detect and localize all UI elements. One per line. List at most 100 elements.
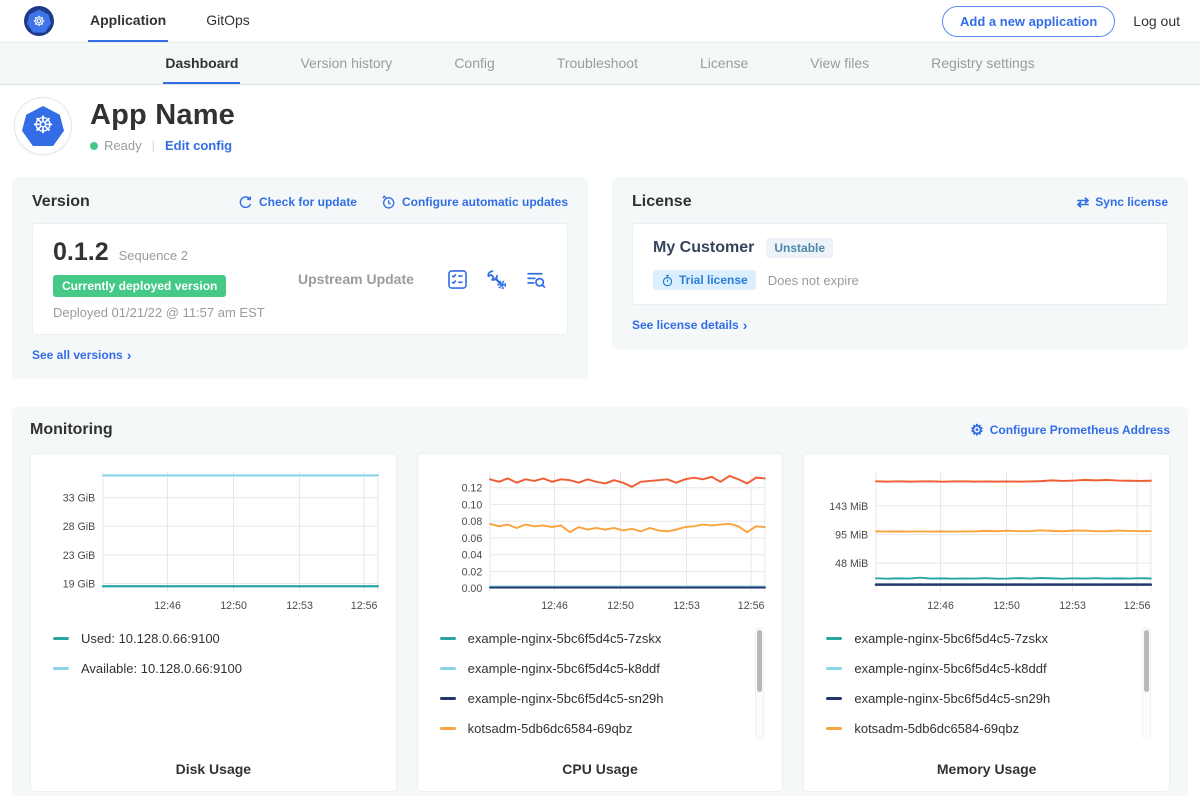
app-header: ☸ App Name Ready | Edit config (0, 85, 1200, 169)
license-panel: My Customer Unstable Trial license Does … (632, 223, 1168, 305)
license-card: License ⇄ Sync license My Customer Unsta… (612, 177, 1188, 349)
preflight-checklist-icon[interactable] (446, 268, 469, 291)
svg-text:12:56: 12:56 (737, 600, 764, 612)
legend-item[interactable]: example-nginx-5bc6f5d4c5-k8ddf (440, 661, 769, 676)
legend-scrollbar[interactable] (755, 627, 764, 739)
svg-text:33 GiB: 33 GiB (63, 492, 95, 504)
tab-troubleshoot[interactable]: Troubleshoot (555, 43, 640, 84)
tab-registry-settings[interactable]: Registry settings (929, 43, 1036, 84)
version-sequence: Sequence 2 (119, 248, 188, 263)
nav-item-gitops[interactable]: GitOps (204, 0, 252, 42)
legend-item[interactable]: example-nginx-5bc6f5d4c5-sn29h (826, 691, 1155, 706)
legend-scrollbar[interactable] (1142, 627, 1151, 739)
refresh-icon (238, 195, 253, 210)
kubernetes-logo-icon: ☸ (24, 6, 54, 36)
legend-item[interactable]: example-nginx-5bc6f5d4c5-sn29h (440, 691, 769, 706)
version-card-title: Version (32, 193, 90, 211)
version-card: Version Check for update Configure autom… (12, 177, 588, 379)
deployed-timestamp: Deployed 01/21/22 @ 11:57 am EST (53, 305, 288, 320)
monitoring-section: Monitoring ⚙ Configure Prometheus Addres… (12, 407, 1188, 796)
logout-button[interactable]: Log out (1133, 13, 1180, 29)
configure-prometheus-link[interactable]: ⚙ Configure Prometheus Address (970, 423, 1170, 438)
legend-swatch-icon (826, 667, 842, 670)
svg-text:12:50: 12:50 (607, 600, 634, 612)
svg-text:19 GiB: 19 GiB (63, 578, 95, 590)
legend-swatch-icon (440, 637, 456, 640)
chevron-right-icon: › (127, 347, 132, 363)
svg-text:0.04: 0.04 (461, 550, 482, 562)
legend-item[interactable]: kotsadm-5db6dc6584-69qbz (826, 721, 1155, 736)
svg-text:0.08: 0.08 (461, 516, 482, 528)
cpu-usage-plot: 0.000.020.040.060.080.100.1212:4612:5012… (430, 464, 771, 617)
chart-title: Memory Usage (816, 761, 1157, 777)
sync-license-link[interactable]: ⇄ Sync license (1077, 195, 1168, 210)
memory-usage-plot: 48 MiB 95 MiB 143 MiB 12:46 12:50 12:53 12:56 (816, 464, 1157, 617)
monitoring-title: Monitoring (30, 421, 113, 439)
legend-swatch-icon (826, 697, 842, 700)
svg-text:0.02: 0.02 (461, 566, 482, 578)
legend-label: example-nginx-5bc6f5d4c5-k8ddf (468, 661, 660, 676)
legend-label: example-nginx-5bc6f5d4c5-sn29h (468, 691, 664, 706)
svg-text:48 MiB: 48 MiB (836, 558, 869, 570)
chart-title: Disk Usage (43, 761, 384, 777)
nav-item-application[interactable]: Application (88, 0, 168, 42)
svg-text:12:46: 12:46 (928, 600, 955, 612)
svg-text:28 GiB: 28 GiB (63, 521, 95, 533)
add-application-button[interactable]: Add a new application (942, 6, 1115, 37)
config-wrench-icon[interactable] (485, 268, 508, 291)
svg-text:95 MiB: 95 MiB (836, 529, 869, 541)
svg-text:12:46: 12:46 (154, 600, 181, 612)
svg-text:143 MiB: 143 MiB (830, 501, 869, 513)
svg-text:12:53: 12:53 (673, 600, 700, 612)
tab-dashboard[interactable]: Dashboard (163, 43, 240, 84)
legend-label: Used: 10.128.0.66:9100 (81, 631, 220, 646)
tab-license[interactable]: License (698, 43, 750, 84)
tab-config[interactable]: Config (452, 43, 496, 84)
legend-label: kotsadm-5db6dc6584-69qbz (468, 721, 633, 736)
legend-item[interactable]: example-nginx-5bc6f5d4c5-7zskx (826, 631, 1155, 646)
see-all-versions-link[interactable]: See all versions › (32, 347, 568, 363)
configure-automatic-updates-link[interactable]: Configure automatic updates (381, 195, 568, 210)
svg-text:12:56: 12:56 (1124, 600, 1151, 612)
status-badge: Ready (104, 138, 142, 153)
svg-text:12:50: 12:50 (994, 600, 1021, 612)
svg-text:12:53: 12:53 (1060, 600, 1087, 612)
legend-swatch-icon (53, 667, 69, 670)
tab-version-history[interactable]: Version history (298, 43, 394, 84)
channel-badge: Unstable (766, 238, 833, 258)
legend-swatch-icon (440, 697, 456, 700)
svg-text:0.06: 0.06 (461, 533, 482, 545)
legend-label: example-nginx-5bc6f5d4c5-7zskx (854, 631, 1048, 646)
legend-label: example-nginx-5bc6f5d4c5-7zskx (468, 631, 662, 646)
tab-view-files[interactable]: View files (808, 43, 871, 84)
legend-swatch-icon (53, 637, 69, 640)
legend-item[interactable]: Available: 10.128.0.66:9100 (53, 661, 382, 676)
check-for-update-link[interactable]: Check for update (238, 195, 357, 210)
disk-usage-plot: 19 GiB23 GiB28 GiB33 GiB12:4612:5012:531… (43, 464, 384, 617)
legend-item[interactable]: kotsadm-5db6dc6584-69qbz (440, 721, 769, 736)
helm-wheel-icon: ☸ (33, 14, 46, 28)
chevron-right-icon: › (743, 317, 748, 333)
legend-item[interactable]: example-nginx-5bc6f5d4c5-k8ddf (826, 661, 1155, 676)
version-source: Upstream Update (288, 271, 446, 287)
svg-text:12:53: 12:53 (286, 600, 313, 612)
edit-config-link[interactable]: Edit config (165, 138, 232, 153)
page-title: App Name (90, 99, 235, 132)
svg-text:23 GiB: 23 GiB (63, 550, 95, 562)
app-tabs: Dashboard Version history Config Trouble… (0, 42, 1200, 85)
status-dot-icon (90, 142, 98, 150)
cpu-usage-legend: example-nginx-5bc6f5d4c5-7zskx example-ng… (440, 631, 769, 736)
deploy-logs-icon[interactable] (524, 268, 547, 291)
svg-text:0.00: 0.00 (461, 583, 482, 595)
svg-text:0.12: 0.12 (461, 483, 482, 495)
disk-usage-legend: Used: 10.128.0.66:9100 Available: 10.128.… (53, 631, 382, 676)
legend-label: kotsadm-5db6dc6584-69qbz (854, 721, 1019, 736)
legend-item[interactable]: example-nginx-5bc6f5d4c5-7zskx (440, 631, 769, 646)
see-license-details-link[interactable]: See license details › (632, 317, 1168, 333)
legend-label: example-nginx-5bc6f5d4c5-k8ddf (854, 661, 1046, 676)
divider: | (152, 138, 155, 153)
top-nav: ☸ Application GitOps Add a new applicati… (0, 0, 1200, 42)
legend-item[interactable]: Used: 10.128.0.66:9100 (53, 631, 382, 646)
stopwatch-icon (661, 274, 674, 287)
license-card-title: License (632, 193, 692, 211)
